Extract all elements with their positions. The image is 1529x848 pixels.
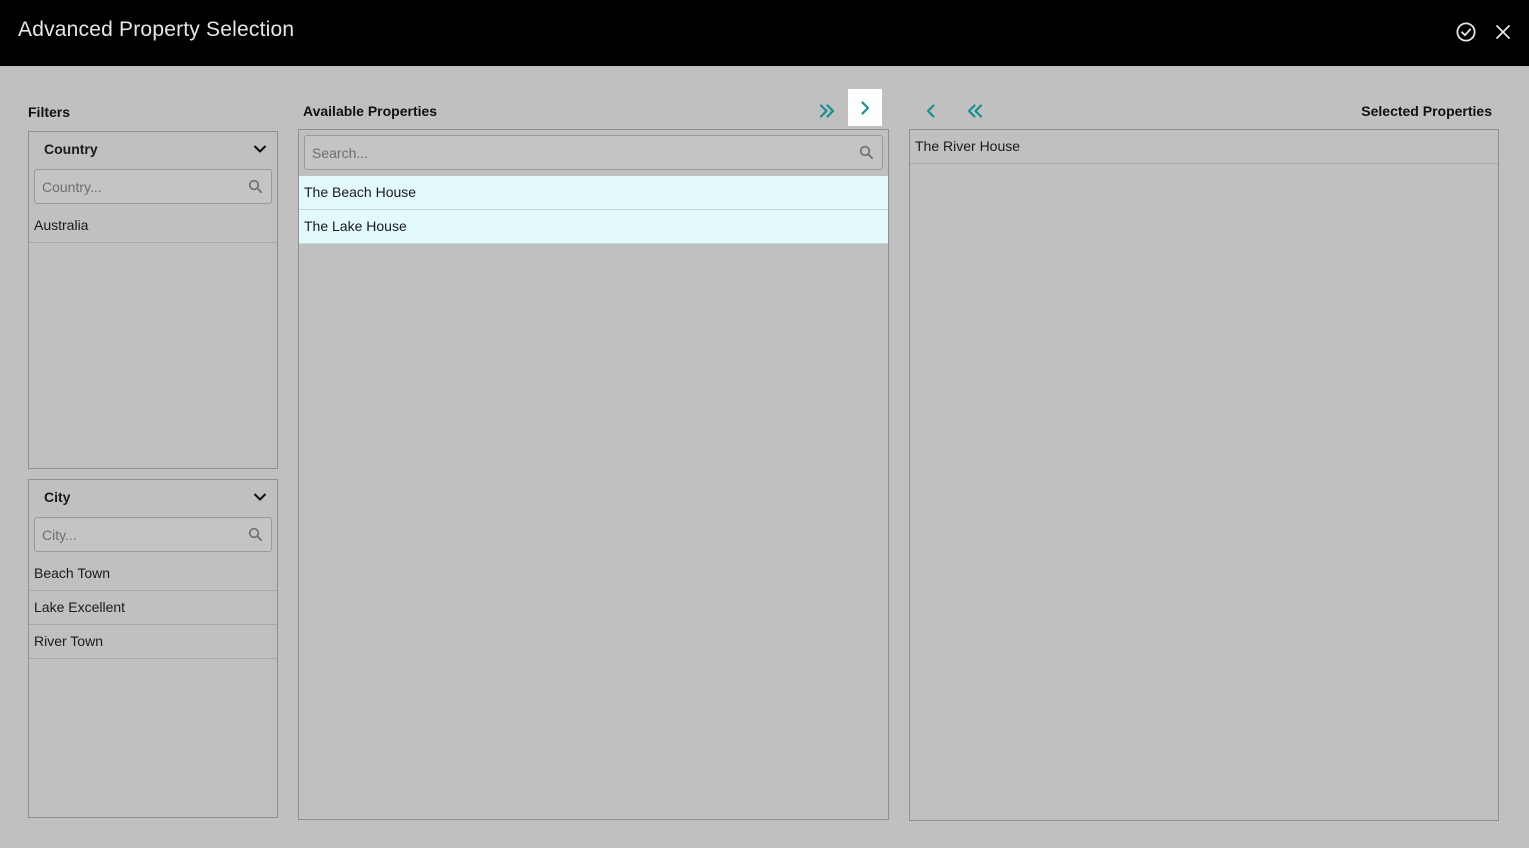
country-item-australia[interactable]: Australia (29, 209, 277, 243)
double-chevron-left-icon (967, 103, 983, 118)
selected-item-river-house[interactable]: The River House (910, 130, 1498, 164)
country-search (34, 169, 272, 204)
search-icon (248, 179, 263, 194)
city-item-river-town[interactable]: River Town (29, 625, 277, 659)
double-chevron-right-icon (819, 103, 835, 118)
city-search-input[interactable] (35, 518, 271, 551)
city-search (34, 517, 272, 552)
available-search-input[interactable] (305, 136, 882, 169)
remove-selected-button[interactable] (914, 92, 948, 129)
selected-properties-label: Selected Properties (1361, 103, 1492, 119)
check-circle-icon (1456, 22, 1476, 42)
city-filter-title: City (44, 489, 71, 505)
search-icon (248, 527, 263, 542)
country-filter-title: Country (44, 141, 98, 157)
city-filter-panel: City Beach Town Lake Excellent River Tow… (28, 479, 278, 818)
city-filter-header[interactable]: City (29, 480, 277, 514)
available-properties-panel: The Beach House The Lake House (298, 129, 889, 820)
close-button[interactable] (1490, 19, 1516, 45)
available-properties-label: Available Properties (303, 103, 438, 119)
available-item-lake-house[interactable]: The Lake House (299, 210, 888, 244)
search-icon (859, 145, 874, 160)
add-all-button[interactable] (810, 92, 844, 129)
filters-label: Filters (28, 104, 71, 120)
chevron-down-icon (254, 493, 266, 501)
country-search-input[interactable] (35, 170, 271, 203)
country-filter-header[interactable]: Country (29, 132, 277, 166)
available-search (304, 135, 883, 170)
title-bar: Advanced Property Selection (0, 0, 1529, 66)
remove-all-button[interactable] (958, 92, 992, 129)
city-item-beach-town[interactable]: Beach Town (29, 557, 277, 591)
available-item-beach-house[interactable]: The Beach House (299, 176, 888, 210)
country-filter-panel: Country Australia (28, 131, 278, 469)
add-selected-button[interactable] (848, 89, 882, 126)
confirm-button[interactable] (1453, 19, 1479, 45)
city-item-lake-excellent[interactable]: Lake Excellent (29, 591, 277, 625)
chevron-down-icon (254, 145, 266, 153)
window-title: Advanced Property Selection (18, 18, 295, 41)
selected-properties-panel: The River House (909, 129, 1499, 821)
chevron-left-icon (926, 103, 935, 118)
chevron-right-icon (861, 100, 870, 115)
close-icon (1496, 25, 1510, 39)
